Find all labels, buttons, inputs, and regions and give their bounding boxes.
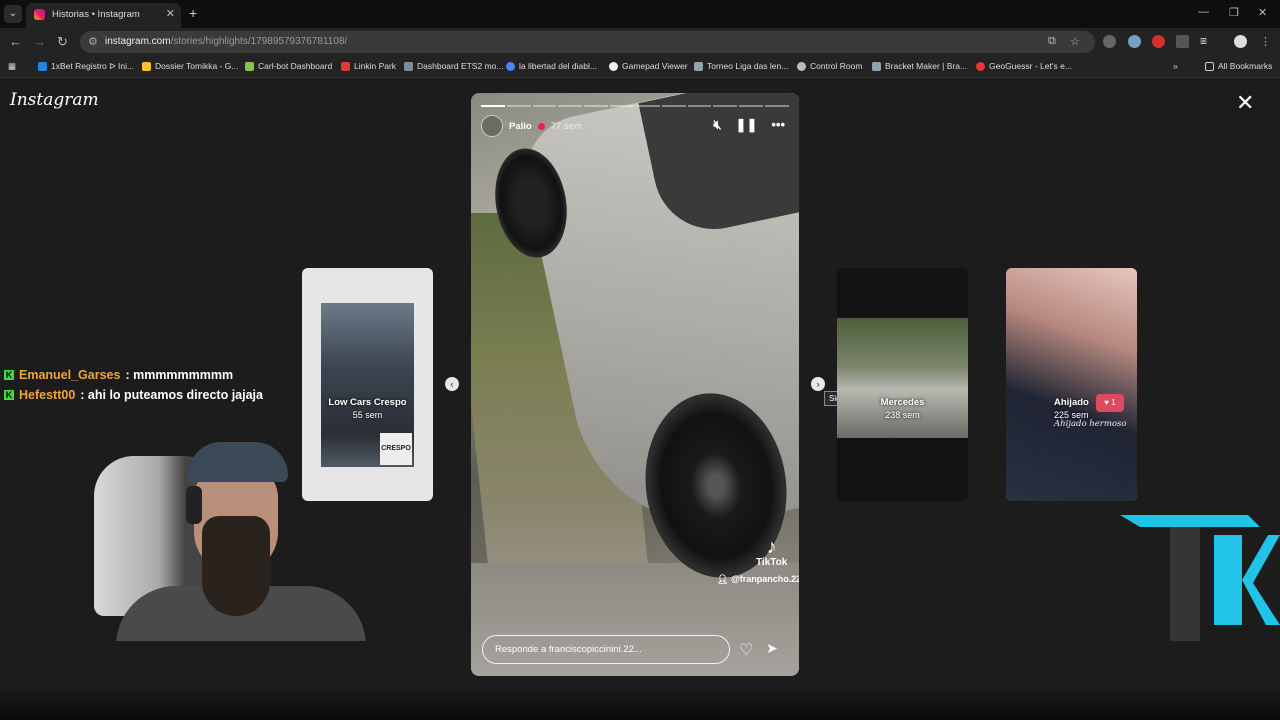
tab-title: Historias • Instagram	[52, 9, 140, 20]
bookmark-item[interactable]: 1xBet Registro ᐅ Ini...	[38, 61, 134, 72]
progress-segment	[661, 105, 686, 107]
bookmark-item[interactable]: GeoGuessr - Let's e...	[976, 61, 1072, 71]
handwritten-caption: Ahijado hermoso	[1054, 419, 1127, 429]
apps-grid-icon[interactable]: ▦	[8, 61, 16, 72]
side-story-ahijado[interactable]: ♥ 1 Ahijado 225 sem Ahijado hermoso	[1006, 268, 1137, 501]
progress-segment	[610, 105, 634, 107]
progress-segment	[635, 105, 660, 107]
bookmark-item[interactable]: Control Room	[797, 61, 862, 71]
progress-segment	[481, 105, 505, 107]
extension-icon[interactable]	[1152, 35, 1165, 48]
chat-message: K Hefestt00 : ahi lo puteamos directo ja…	[4, 388, 263, 402]
tk-logo	[1120, 515, 1280, 641]
pause-icon[interactable]: ❚❚	[736, 117, 758, 133]
send-icon[interactable]: ➤	[766, 640, 778, 657]
bookmarks-overflow-icon[interactable]: »	[1173, 61, 1178, 71]
extensions-puzzle-icon[interactable]: ⧆	[1200, 35, 1207, 48]
bookmark-item[interactable]: Bracket Maker | Bra...	[872, 61, 967, 71]
progress-segment	[506, 105, 531, 107]
side-story-name: Low Cars Crespo	[328, 397, 407, 408]
highlight-dot-icon	[537, 122, 545, 130]
like-heart-icon[interactable]: ♡	[739, 640, 753, 660]
streamer-beard	[202, 516, 270, 616]
side-story-time: 238 sem	[885, 410, 920, 420]
extension-icon[interactable]	[1103, 35, 1116, 48]
story-controls: 🔇︎ ❚❚ •••	[713, 117, 785, 133]
close-stories-icon[interactable]: ✕	[1236, 92, 1254, 114]
main-story[interactable]: Palio 77 sem 🔇︎ ❚❚ ••• ♪ TikTok 👤︎ @fran…	[471, 93, 799, 676]
progress-segment	[687, 105, 712, 107]
crespo-logo: CRESPO	[380, 433, 412, 465]
kick-badge-icon: K	[4, 390, 14, 400]
progress-segment	[765, 105, 789, 107]
address-bar[interactable]: ⚙ instagram.com/stories/highlights/17989…	[80, 31, 1095, 53]
tiktok-username: 👤︎ @franpancho.22	[717, 574, 799, 584]
stream-chat-overlay: K Emanuel_Garses : mmmmmmmmm K Hefestt00…	[4, 368, 263, 408]
bookmark-item[interactable]: Torneo Liga das len...	[694, 61, 788, 71]
stream-bottom-strip	[0, 686, 1280, 720]
tab-search-button[interactable]: ⌄	[4, 5, 22, 23]
tiktok-icon: ♪	[766, 536, 777, 558]
mute-icon[interactable]: 🔇︎	[713, 117, 721, 133]
bookmark-item[interactable]: Linkin Park	[341, 61, 396, 71]
next-story-icon[interactable]: ›	[811, 377, 825, 391]
progress-segment	[558, 105, 583, 107]
extension-icon[interactable]	[1176, 35, 1189, 48]
bookmark-item[interactable]: Carl-bot Dashboard	[245, 61, 332, 71]
forward-button[interactable]: →	[33, 34, 46, 49]
restore-button[interactable]: ❐	[1229, 6, 1239, 19]
browser-menu-icon[interactable]: ⋮	[1260, 35, 1271, 48]
truck-photo	[837, 318, 968, 438]
kick-badge-icon: K	[4, 370, 14, 380]
reply-placeholder: Responde a franciscopiccinini.22...	[495, 644, 642, 655]
back-button[interactable]: ←	[9, 34, 22, 49]
minimize-button[interactable]: —	[1198, 6, 1209, 18]
side-story-time: 55 sem	[352, 410, 383, 420]
browser-tab-bar: ⌄ Historias • Instagram ✕ + — ❐ ✕	[0, 0, 1280, 28]
headphones	[186, 486, 202, 524]
bookmark-item[interactable]: Dossier Tomikka - G...	[142, 61, 238, 71]
streamer-webcam	[76, 436, 366, 641]
instagram-favicon-icon	[34, 9, 45, 20]
side-story-name: Ahijado	[1054, 397, 1089, 408]
new-tab-button[interactable]: +	[189, 5, 197, 21]
progress-segment	[713, 105, 738, 107]
progress-segment	[532, 105, 557, 107]
all-bookmarks-folder[interactable]: All Bookmarks	[1205, 61, 1272, 71]
bookmark-item[interactable]: la libertad del diabl...	[506, 61, 597, 71]
window-close-button[interactable]: ✕	[1258, 6, 1267, 19]
url-text: instagram.com/stories/highlights/1798957…	[105, 36, 348, 47]
story-username[interactable]: Palio	[509, 121, 532, 132]
bookmark-star-icon[interactable]: ☆	[1070, 35, 1080, 48]
streamer-cap	[188, 442, 288, 482]
bookmark-item[interactable]: Gamepad Viewer	[609, 61, 688, 71]
more-options-icon[interactable]: •••	[771, 117, 785, 133]
profile-avatar[interactable]	[1234, 35, 1247, 48]
story-user-avatar[interactable]	[481, 115, 503, 137]
instagram-logo[interactable]: Instagram	[10, 90, 99, 110]
side-story-mercedes[interactable]: Mercedes 238 sem	[837, 268, 968, 501]
reply-input[interactable]: Responde a franciscopiccinini.22...	[482, 635, 730, 664]
reload-button[interactable]: ↻	[57, 34, 68, 50]
progress-segment	[739, 105, 764, 107]
progress-segment	[584, 105, 609, 107]
tab-close-icon[interactable]: ✕	[166, 7, 175, 20]
browser-tab[interactable]: Historias • Instagram ✕	[26, 3, 181, 28]
story-timestamp: 77 sem	[550, 120, 582, 132]
tiktok-watermark: ♪ TikTok	[756, 536, 788, 568]
side-story-name: Mercedes	[880, 397, 925, 408]
chat-message: K Emanuel_Garses : mmmmmmmmm	[4, 368, 234, 382]
browser-toolbar: ← → ↻ ⚙ instagram.com/stories/highlights…	[0, 28, 1280, 56]
install-app-icon[interactable]: ⧉	[1048, 35, 1056, 48]
story-progress-bar	[481, 105, 789, 107]
bookmark-item[interactable]: Dashboard ETS2 mo...	[404, 61, 503, 71]
previous-story-icon[interactable]: ‹	[445, 377, 459, 391]
bookmarks-bar: ▦ 1xBet Registro ᐅ Ini... Dossier Tomikk…	[0, 56, 1280, 78]
extension-icon[interactable]	[1128, 35, 1141, 48]
story-header: Palio 77 sem	[481, 115, 582, 137]
baby-photo	[1006, 268, 1137, 501]
site-info-icon[interactable]: ⚙	[88, 35, 98, 48]
